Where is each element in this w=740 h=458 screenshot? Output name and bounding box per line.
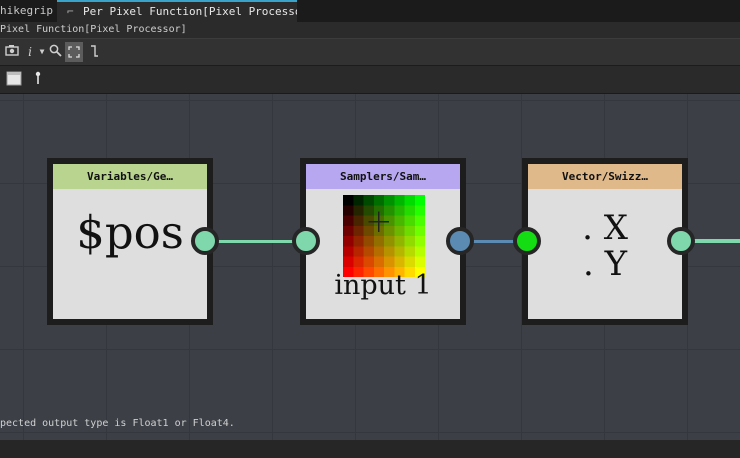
node-samplers[interactable]: Samplers/Sam… input 1 <box>300 158 466 325</box>
preview-pixel <box>373 236 384 247</box>
preview-pixel <box>373 195 384 206</box>
preview-pixel <box>394 236 405 247</box>
preview-pixel <box>384 246 395 257</box>
swizzle-y: . Y <box>582 244 628 284</box>
wire-swizzle-output[interactable] <box>693 239 740 243</box>
preview-pixel <box>414 246 425 257</box>
preview-pixel <box>363 236 374 247</box>
preview-pixel <box>343 256 354 267</box>
preview-pixel <box>363 225 374 236</box>
tab-bar: hikegrip ⌐ Per Pixel Function[Pixel Proce… <box>0 0 740 22</box>
preview-pixel <box>363 195 374 206</box>
preview-pixel <box>343 225 354 236</box>
preview-pixel <box>414 256 425 267</box>
frame-icon[interactable] <box>6 71 22 87</box>
swizzle-x: . X <box>582 208 628 248</box>
wire-pos-to-sampler[interactable] <box>218 240 296 243</box>
preview-pixel <box>353 215 364 226</box>
output-port-pos[interactable] <box>191 227 219 255</box>
preview-pixel <box>373 256 384 267</box>
sampler-preview-image <box>343 195 425 277</box>
preview-pixel <box>353 236 364 247</box>
preview-pixel <box>343 236 354 247</box>
preview-pixel <box>404 225 415 236</box>
secondary-toolbar <box>0 66 740 94</box>
preview-pixel <box>353 246 364 257</box>
preview-pixel <box>343 215 354 226</box>
zoom-icon[interactable] <box>47 44 63 60</box>
preview-pixel <box>343 205 354 216</box>
node-body: . X . Y <box>528 189 682 319</box>
preview-pixel <box>414 236 425 247</box>
preview-pixel <box>343 195 354 206</box>
node-title: Variables/Ge… <box>53 164 207 189</box>
preview-pixel <box>394 225 405 236</box>
window-title-text: Pixel Function[Pixel Processor] <box>0 24 187 35</box>
node-title: Samplers/Sam… <box>306 164 460 189</box>
graph-canvas[interactable]: Variables/Ge… $pos Samplers/Sam… input 1… <box>0 94 740 440</box>
input-port-swizzle[interactable] <box>513 227 541 255</box>
preview-pixel <box>414 225 425 236</box>
node-variables[interactable]: Variables/Ge… $pos <box>47 158 213 325</box>
preview-pixel <box>384 215 395 226</box>
preview-pixel <box>414 195 425 206</box>
preview-pixel <box>404 256 415 267</box>
preview-pixel <box>363 205 374 216</box>
preview-pixel <box>373 246 384 257</box>
preview-pixel <box>404 205 415 216</box>
node-vector-swizzle[interactable]: Vector/Swizz… . X . Y <box>522 158 688 325</box>
node-body: input 1 <box>306 189 460 319</box>
status-bar <box>0 440 740 458</box>
input-port-sampler[interactable] <box>292 227 320 255</box>
preview-pixel <box>394 246 405 257</box>
preview-pixel <box>414 205 425 216</box>
preview-pixel <box>353 256 364 267</box>
preview-pixel <box>384 256 395 267</box>
node-value: $pos <box>76 206 184 259</box>
preview-pixel <box>384 236 395 247</box>
camera-icon[interactable] <box>4 44 20 60</box>
link-icon[interactable] <box>86 44 102 60</box>
preview-pixel <box>404 215 415 226</box>
tab-label: hikegrip <box>0 4 53 17</box>
node-title: Vector/Swizz… <box>528 164 682 189</box>
preview-pixel <box>343 246 354 257</box>
node-graph-icon: ⌐ <box>67 5 74 18</box>
pin-icon[interactable] <box>30 71 46 87</box>
preview-pixel <box>363 215 374 226</box>
node-label: input 1 <box>334 270 432 301</box>
window-title: Pixel Function[Pixel Processor] <box>0 22 740 38</box>
status-message: pected output type is Float1 or Float4. <box>0 418 235 429</box>
tab-per-pixel-function[interactable]: ⌐ Per Pixel Function[Pixel Processor] <box>57 0 297 22</box>
output-port-swizzle[interactable] <box>667 227 695 255</box>
preview-pixel <box>414 215 425 226</box>
preview-pixel <box>404 246 415 257</box>
node-body: $pos <box>53 189 207 319</box>
fit-view-icon[interactable] <box>65 42 83 62</box>
preview-pixel <box>404 195 415 206</box>
output-port-sampler[interactable] <box>446 227 474 255</box>
tab-label: Per Pixel Function[Pixel Processor] <box>83 5 297 18</box>
graph-toolbar: i ▼ <box>0 38 740 66</box>
preview-pixel <box>353 195 364 206</box>
preview-pixel <box>404 236 415 247</box>
preview-pixel <box>394 205 405 216</box>
preview-pixel <box>394 215 405 226</box>
preview-pixel <box>363 246 374 257</box>
preview-pixel <box>363 256 374 267</box>
preview-pixel <box>353 205 364 216</box>
preview-pixel <box>384 195 395 206</box>
preview-pixel <box>394 256 405 267</box>
preview-pixel <box>394 195 405 206</box>
preview-pixel <box>353 225 364 236</box>
preview-pixel <box>384 205 395 216</box>
preview-pixel <box>384 225 395 236</box>
tab-hikegrip[interactable]: hikegrip <box>0 0 55 22</box>
